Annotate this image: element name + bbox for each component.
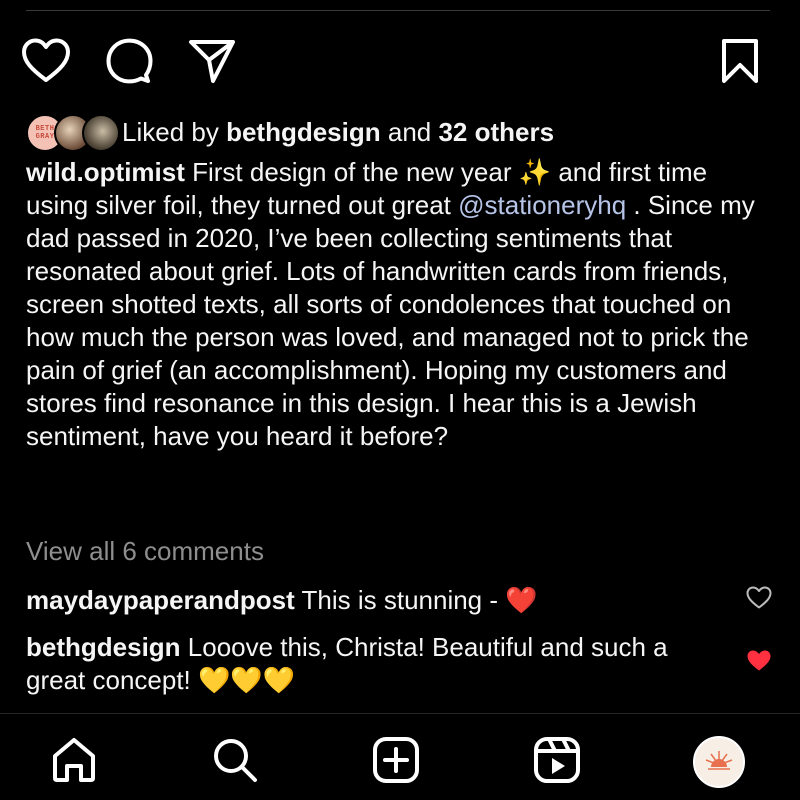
likes-text: Liked by bethgdesign and 32 others xyxy=(122,117,554,148)
reels-icon xyxy=(533,736,581,789)
comment-row: bethgdesign Looove this, Christa! Beauti… xyxy=(26,631,726,697)
comment-like-button[interactable] xyxy=(744,648,774,678)
tab-create[interactable] xyxy=(370,736,422,788)
heart-filled-icon xyxy=(746,649,772,678)
save-button[interactable] xyxy=(715,38,765,88)
likes-summary[interactable]: BETH GRAY Liked by bethgdesign and 32 ot… xyxy=(26,112,554,152)
liked-by-username[interactable]: bethgdesign xyxy=(226,117,381,147)
comment-emoji: ❤️ xyxy=(505,585,538,615)
tab-profile[interactable] xyxy=(693,736,745,788)
liked-by-label: Liked by xyxy=(122,116,227,147)
post-action-bar xyxy=(0,38,800,88)
comment-button[interactable] xyxy=(104,38,154,88)
caption-text: First design of the new year xyxy=(184,157,519,187)
liker-avatars: BETH GRAY xyxy=(26,114,120,152)
liked-by-others[interactable]: 32 others xyxy=(438,117,554,147)
comment-like-button[interactable] xyxy=(744,585,774,615)
caption-text: . Since my dad passed in 2020, I’ve been… xyxy=(26,190,755,451)
like-button[interactable] xyxy=(21,38,71,88)
tab-home[interactable] xyxy=(48,736,100,788)
search-icon xyxy=(211,736,259,789)
sparkles-emoji: ✨ xyxy=(518,157,552,187)
profile-avatar xyxy=(693,736,745,788)
comment-icon xyxy=(105,37,153,90)
caption-mention[interactable]: @stationeryhq xyxy=(458,190,626,220)
send-icon xyxy=(188,37,236,90)
avatar xyxy=(82,114,120,152)
tab-search[interactable] xyxy=(209,736,261,788)
liked-by-and: and xyxy=(380,116,439,147)
bookmark-icon xyxy=(720,38,760,89)
heart-outline-icon xyxy=(746,586,772,615)
comment-emoji: 💛💛💛 xyxy=(198,665,296,695)
comment-text: This is stunning - xyxy=(294,585,506,615)
home-icon xyxy=(50,736,98,789)
heart-icon xyxy=(21,38,71,89)
tab-reels[interactable] xyxy=(531,736,583,788)
comment-row: maydaypaperandpost This is stunning - ❤️ xyxy=(26,584,726,617)
comment-username[interactable]: bethgdesign xyxy=(26,632,181,662)
top-divider xyxy=(26,10,770,11)
caption-author[interactable]: wild.optimist xyxy=(26,157,185,187)
post-caption: wild.optimist First design of the new ye… xyxy=(26,156,766,453)
bottom-tab-bar xyxy=(0,713,800,800)
plus-square-icon xyxy=(372,736,420,789)
view-all-comments-link[interactable]: View all 6 comments xyxy=(26,536,264,567)
share-button[interactable] xyxy=(187,38,237,88)
comment-username[interactable]: maydaypaperandpost xyxy=(26,585,295,615)
